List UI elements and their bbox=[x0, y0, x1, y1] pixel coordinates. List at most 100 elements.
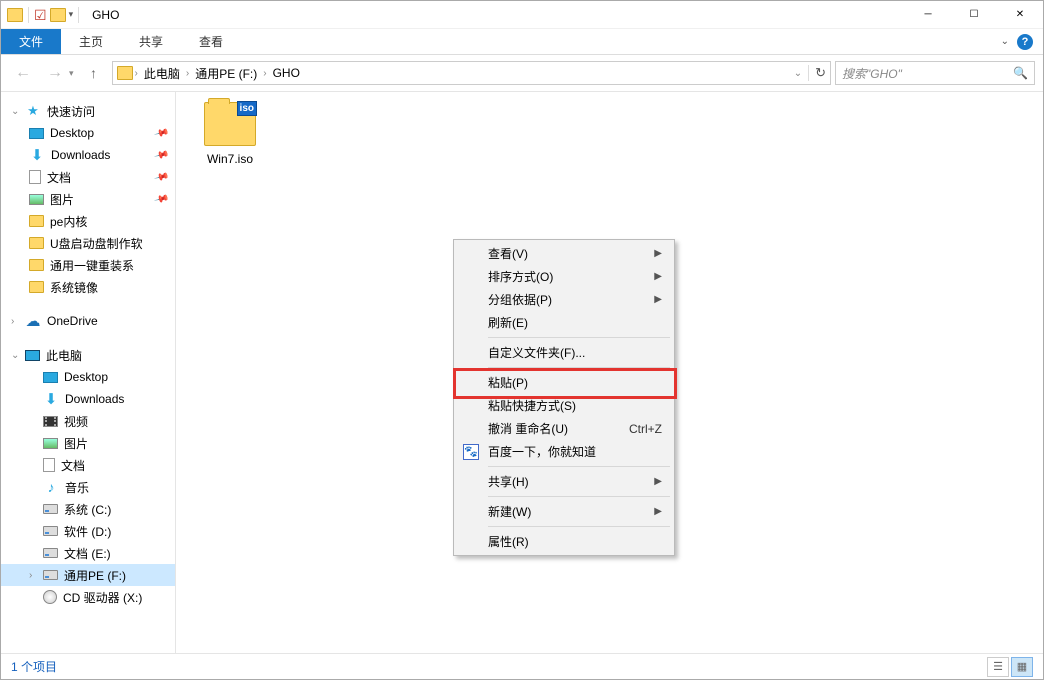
ribbon-tab-home[interactable]: 主页 bbox=[61, 29, 121, 54]
tree-label: Downloads bbox=[51, 148, 110, 162]
file-icon: iso bbox=[204, 102, 256, 146]
context-menu-item[interactable]: 粘贴(P) bbox=[456, 371, 672, 394]
tree-label: Desktop bbox=[64, 370, 108, 384]
music-icon: ♪ bbox=[43, 479, 59, 495]
context-menu-item[interactable]: 自定义文件夹(F)... bbox=[456, 341, 672, 364]
tree-item[interactable]: 图片 bbox=[1, 432, 175, 454]
tree-item[interactable]: 软件 (D:) bbox=[1, 520, 175, 542]
tree-item[interactable]: 系统镜像 bbox=[1, 276, 175, 298]
desktop-icon bbox=[43, 372, 58, 383]
icons-view-button[interactable]: ▦ bbox=[1011, 657, 1033, 677]
context-menu-item[interactable]: 🐾百度一下，你就知道 bbox=[456, 440, 672, 463]
folder-icon bbox=[117, 66, 133, 80]
tree-label: 此电脑 bbox=[46, 347, 82, 364]
drive-icon bbox=[43, 504, 58, 514]
tree-item[interactable]: CD 驱动器 (X:) bbox=[1, 586, 175, 608]
forward-button[interactable]: → bbox=[41, 59, 69, 87]
drive-icon bbox=[43, 548, 58, 558]
baidu-icon: 🐾 bbox=[463, 444, 479, 460]
tree-label: 图片 bbox=[64, 435, 88, 452]
context-menu-item[interactable]: 属性(R) bbox=[456, 530, 672, 553]
tree-label: 通用PE (F:) bbox=[64, 567, 126, 584]
context-menu-label: 共享(H) bbox=[488, 473, 529, 490]
tree-item[interactable]: Desktop📌 bbox=[1, 122, 175, 144]
close-button[interactable]: ✕ bbox=[997, 1, 1043, 29]
tree-item[interactable]: ♪ 音乐 bbox=[1, 476, 175, 498]
context-menu-item[interactable]: 查看(V)▶ bbox=[456, 242, 672, 265]
tree-item[interactable]: ⬇Downloads📌 bbox=[1, 144, 175, 166]
tree-item[interactable]: pe内核 bbox=[1, 210, 175, 232]
chevron-down-icon[interactable]: ⌄ bbox=[794, 68, 802, 79]
search-input[interactable]: 搜索"GHO" 🔍 bbox=[835, 61, 1035, 85]
address-bar[interactable]: › 此电脑 › 通用PE (F:) › GHO ⌄ ↻ bbox=[112, 61, 831, 85]
tree-item[interactable]: 文档 (E:) bbox=[1, 542, 175, 564]
details-view-button[interactable]: ☰ bbox=[987, 657, 1009, 677]
tree-label: OneDrive bbox=[47, 314, 98, 328]
ribbon-file-tab[interactable]: 文件 bbox=[1, 29, 61, 54]
tree-item[interactable]: ›通用PE (F:) bbox=[1, 564, 175, 586]
refresh-icon[interactable]: ↻ bbox=[815, 65, 826, 81]
tree-item[interactable]: ⬇ Downloads bbox=[1, 388, 175, 410]
maximize-button[interactable]: ☐ bbox=[951, 1, 997, 29]
tree-this-pc[interactable]: ⌄ 此电脑 bbox=[1, 344, 175, 366]
tree-item[interactable]: 图片📌 bbox=[1, 188, 175, 210]
context-menu-label: 自定义文件夹(F)... bbox=[488, 344, 585, 361]
tree-item[interactable]: 通用一键重装系 bbox=[1, 254, 175, 276]
tree-onedrive[interactable]: ›☁ OneDrive bbox=[1, 310, 175, 332]
iso-badge: iso bbox=[237, 101, 257, 116]
tree-label: Downloads bbox=[65, 392, 124, 406]
help-icon[interactable]: ? bbox=[1017, 34, 1033, 50]
breadcrumb[interactable]: GHO bbox=[269, 66, 304, 80]
download-icon: ⬇ bbox=[43, 391, 59, 407]
ribbon-tab-share[interactable]: 共享 bbox=[121, 29, 181, 54]
ribbon-expand-icon[interactable]: ⌄ bbox=[1001, 36, 1009, 47]
folder-icon bbox=[29, 281, 44, 293]
context-menu-label: 新建(W) bbox=[488, 503, 531, 520]
tree-item[interactable]: 系统 (C:) bbox=[1, 498, 175, 520]
context-menu-item[interactable]: 粘贴快捷方式(S) bbox=[456, 394, 672, 417]
tree-label: 音乐 bbox=[65, 479, 89, 496]
up-button[interactable]: ↑ bbox=[80, 59, 108, 87]
context-menu-item[interactable]: 刷新(E) bbox=[456, 311, 672, 334]
breadcrumb[interactable]: 此电脑 bbox=[140, 65, 184, 82]
tree-label: 文档 (E:) bbox=[64, 545, 111, 562]
tree-item[interactable]: Desktop bbox=[1, 366, 175, 388]
cloud-icon: ☁ bbox=[25, 313, 41, 329]
status-bar: 1 个项目 ☰ ▦ bbox=[1, 653, 1043, 679]
tree-item[interactable]: 文档 bbox=[1, 454, 175, 476]
back-button[interactable]: ← bbox=[9, 59, 37, 87]
tree-item[interactable]: 文档📌 bbox=[1, 166, 175, 188]
history-dropdown-icon[interactable]: ▾ bbox=[69, 68, 74, 79]
quick-access-checkmark-icon[interactable]: ☑ bbox=[34, 8, 47, 22]
context-menu-label: 粘贴快捷方式(S) bbox=[488, 397, 576, 414]
folder-icon[interactable] bbox=[50, 8, 66, 22]
cd-icon bbox=[43, 590, 57, 604]
chevron-right-icon: ▶ bbox=[654, 271, 662, 282]
folder-icon bbox=[29, 259, 44, 271]
context-menu-item[interactable]: 排序方式(O) ▶ bbox=[456, 265, 672, 288]
window-title: GHO bbox=[92, 8, 119, 22]
tree-label: 图片 bbox=[50, 191, 74, 208]
context-menu: 查看(V)▶ 排序方式(O) ▶ 分组依据(P)▶刷新(E) 自定义文件夹(F)... 粘… bbox=[453, 239, 675, 556]
context-menu-item[interactable]: 新建(W)▶ bbox=[456, 500, 672, 523]
context-menu-item[interactable]: 撤消 重命名(U)Ctrl+Z bbox=[456, 417, 672, 440]
tree-label: CD 驱动器 (X:) bbox=[63, 589, 142, 606]
nav-tree[interactable]: ⌄★ 快速访问 Desktop📌⬇Downloads📌文档📌图片📌pe内核U盘启… bbox=[1, 92, 176, 653]
tree-label: 通用一键重装系 bbox=[50, 257, 134, 274]
context-menu-label: 查看(V) bbox=[488, 245, 528, 262]
tree-quick-access[interactable]: ⌄★ 快速访问 bbox=[1, 100, 175, 122]
context-menu-item[interactable]: 共享(H)▶ bbox=[456, 470, 672, 493]
context-menu-label: 排序方式(O) bbox=[488, 268, 553, 285]
context-menu-item[interactable]: 分组依据(P)▶ bbox=[456, 288, 672, 311]
ribbon-tab-view[interactable]: 查看 bbox=[181, 29, 241, 54]
drive-icon bbox=[43, 570, 58, 580]
document-icon bbox=[43, 458, 55, 472]
file-item[interactable]: iso Win7.iso bbox=[190, 102, 270, 166]
tree-item[interactable]: 视频 bbox=[1, 410, 175, 432]
download-icon: ⬇ bbox=[29, 147, 45, 163]
breadcrumb[interactable]: 通用PE (F:) bbox=[191, 65, 261, 82]
tree-item[interactable]: U盘启动盘制作软 bbox=[1, 232, 175, 254]
monitor-icon bbox=[25, 350, 40, 361]
titlebar-left: ☑ ▾ GHO bbox=[1, 7, 119, 23]
minimize-button[interactable]: ─ bbox=[905, 1, 951, 29]
